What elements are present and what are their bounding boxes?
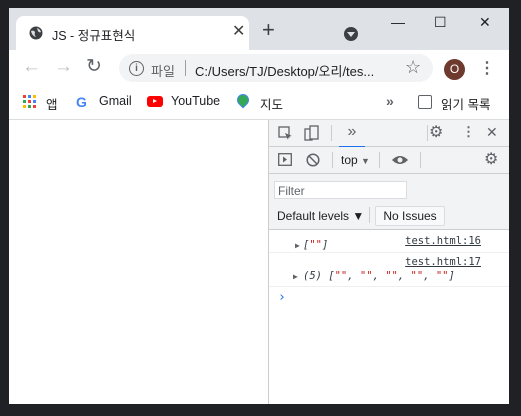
close-window-button[interactable]: ✕ [479,14,491,31]
clear-console-icon[interactable] [306,153,320,167]
divider [369,207,370,223]
bookmarks-overflow-icon[interactable]: » [386,93,394,109]
bookmark-maps[interactable]: 지도 [260,94,283,113]
google-icon: G [76,94,87,110]
protocol-label: 파일 [151,64,175,79]
reading-list-icon [418,95,432,109]
youtube-icon [147,96,163,107]
levels-row: Default levels ▼ No Issues [269,202,509,230]
browser-window: JS - 정규표현식 ✕ + — ☐ ✕ ← → ↻ i 파일 C:/Users… [9,8,509,404]
console-message: test.html:16 ▶ [""] [269,230,509,253]
tab-title: JS - 정규표현식 [52,29,136,43]
devtools-panel: » ⚙ ⋮ ✕ top ▼ ⚙ Filter Default levels ▼ … [268,120,509,404]
context-selector[interactable]: top ▼ [341,153,370,167]
divider [427,125,428,141]
console-settings-gear-icon[interactable]: ⚙ [484,149,498,169]
expand-triangle-icon[interactable]: ▶ [293,272,298,281]
reload-button[interactable]: ↻ [86,57,102,77]
menu-icon[interactable]: ⋮ [479,58,495,78]
filter-row: Filter [269,174,509,202]
bookmarks-bar: 앱 G Gmail YouTube 지도 » 읽기 목록 [9,87,509,120]
tab-close-icon[interactable]: ✕ [232,24,245,40]
settings-gear-icon[interactable]: ⚙ [429,122,443,142]
divider [420,152,421,168]
maximize-button[interactable]: ☐ [434,14,447,31]
tab-active[interactable]: JS - 정규표현식 ✕ [16,16,249,50]
apps-grid-icon [23,95,37,109]
expand-triangle-icon[interactable]: ▶ [295,241,300,250]
globe-icon [29,26,43,40]
divider [332,152,333,168]
back-button[interactable]: ← [22,57,41,77]
sidebar-toggle-icon[interactable] [278,153,292,166]
dropdown-arrow-icon: ▼ [361,156,370,166]
browser-toolbar: ← → ↻ i 파일 C:/Users/TJ/Desktop/오리/tes...… [9,50,509,87]
address-bar[interactable]: i 파일 C:/Users/TJ/Desktop/오리/tes... ☆ [119,54,433,82]
bookmark-youtube[interactable]: YouTube [171,94,220,108]
console-message: test.html:17 ▶ (5) ["", "", "", "", ""] [269,253,509,287]
inspect-element-icon[interactable] [278,126,293,141]
more-tabs-button[interactable]: » [339,121,365,148]
bookmark-gmail[interactable]: Gmail [99,94,132,108]
devtools-menu-icon[interactable]: ⋮ [462,124,475,140]
url-text[interactable]: C:/Users/TJ/Desktop/오리/tes... [195,61,374,80]
tab-search-icon[interactable] [344,27,358,41]
minimize-button[interactable]: — [391,14,405,30]
profile-avatar[interactable]: O [444,59,465,80]
console-toolbar: top ▼ ⚙ [269,147,509,174]
filter-input[interactable]: Filter [274,181,407,199]
device-toolbar-icon[interactable] [304,125,320,141]
maps-pin-icon [234,91,252,109]
divider [379,152,380,168]
divider [185,60,186,76]
console-prompt[interactable]: › [278,290,286,305]
context-label: top [341,153,358,167]
bookmark-apps[interactable]: 앱 [46,94,58,113]
devtools-tabbar: » ⚙ ⋮ ✕ [269,120,509,148]
message-source-link[interactable]: test.html:17 [405,256,481,268]
divider [331,125,332,141]
message-value[interactable]: (5) ["", "", "", "", ""] [303,270,455,282]
page-content [9,120,268,404]
bookmark-star-icon[interactable]: ☆ [405,57,421,78]
no-issues-button[interactable]: No Issues [375,206,445,226]
reading-list-button[interactable]: 읽기 목록 [441,94,490,113]
tab-strip: JS - 정규표현식 ✕ + — ☐ ✕ [9,8,509,50]
devtools-close-icon[interactable]: ✕ [486,124,498,141]
message-value[interactable]: [""] [303,239,328,251]
live-expression-eye-icon[interactable] [391,154,409,166]
forward-button[interactable]: → [54,57,73,77]
info-icon[interactable]: i [129,61,144,76]
default-levels-dropdown[interactable]: Default levels ▼ [277,209,364,223]
new-tab-button[interactable]: + [262,19,275,41]
message-source-link[interactable]: test.html:16 [405,235,481,247]
